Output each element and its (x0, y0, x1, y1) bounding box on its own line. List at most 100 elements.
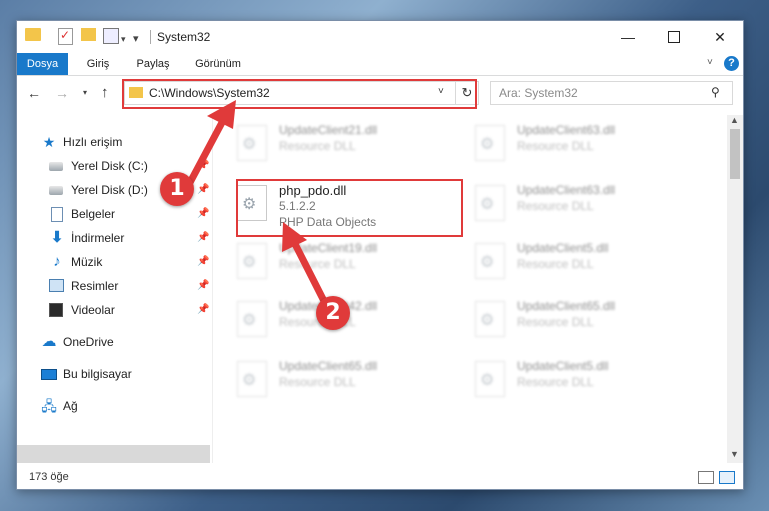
scroll-thumb[interactable] (730, 129, 740, 179)
sidebar-item-network[interactable]: 🖧 Ağ (41, 395, 211, 417)
sidebar-item-videos[interactable]: Videolar 📌 (49, 299, 211, 321)
dll-file-icon (237, 301, 267, 337)
back-arrow-icon[interactable]: ← (27, 85, 41, 101)
tab-view[interactable]: Görünüm (193, 53, 243, 75)
details-view-icon[interactable] (698, 471, 714, 484)
tab-file[interactable]: Dosya (17, 53, 68, 75)
dll-file-icon (475, 185, 505, 221)
dll-file-icon (237, 361, 267, 397)
disk-icon (49, 162, 63, 171)
file-name: UpdateClient5.dll (517, 241, 609, 255)
minimize-button[interactable]: — (605, 21, 651, 53)
file-type: Resource DLL (517, 257, 594, 271)
help-icon[interactable]: ? (724, 56, 739, 71)
pin-icon[interactable]: 📌 (197, 179, 209, 201)
sidebar-item-label: İndirmeler (71, 231, 125, 245)
properties-check-icon[interactable] (58, 28, 73, 45)
close-button[interactable]: ✕ (697, 21, 743, 53)
file-name: UpdateClient5.dll (517, 359, 609, 373)
expand-ribbon-icon[interactable]: ˅ (707, 57, 713, 68)
file-item[interactable]: UpdateClient63.dll Resource DLL (469, 177, 699, 229)
pin-icon[interactable]: 📌 (197, 227, 209, 249)
new-folder-icon[interactable] (81, 28, 96, 41)
navigation-pane: ★ Hızlı erişim Yerel Disk (C:) 📌 Yerel D… (17, 115, 212, 469)
scroll-up-icon[interactable]: ▲ (730, 115, 739, 125)
search-placeholder[interactable]: Ara: System32 (499, 86, 578, 100)
file-type: Resource DLL (517, 199, 594, 213)
forward-arrow-icon[interactable]: → (55, 85, 69, 101)
file-item[interactable]: UpdateClient65.dll Resource DLL (231, 353, 461, 405)
sidebar-item-pictures[interactable]: Resimler 📌 (49, 275, 211, 297)
title-bar: ▾ ▾ System32 — ✕ (17, 21, 743, 53)
pictures-icon (49, 279, 64, 292)
network-icon: 🖧 (41, 398, 57, 414)
dll-file-icon (475, 361, 505, 397)
onedrive-icon: ☁ (41, 333, 57, 350)
large-icons-view-icon[interactable] (719, 471, 735, 484)
folder-icon[interactable] (25, 28, 41, 41)
file-name: UpdateClient21.dll (279, 123, 378, 137)
music-icon: ♪ (53, 253, 61, 270)
file-name: UpdateClient65.dll (517, 299, 616, 313)
pin-icon[interactable]: 📌 (197, 299, 209, 321)
search-input[interactable]: Ara: System32 ⚲ (490, 81, 733, 105)
tab-home[interactable]: Giriş (81, 53, 115, 75)
sidebar-item-this-pc[interactable]: Bu bilgisayar (41, 363, 211, 385)
step-2-badge: 2 (316, 296, 350, 330)
rename-icon[interactable] (103, 28, 119, 44)
dll-file-icon (475, 243, 505, 279)
recent-locations-icon[interactable]: ▾ (83, 88, 87, 97)
file-type: Resource DLL (279, 139, 356, 153)
dll-file-icon (237, 125, 267, 161)
sidebar-item-label: Yerel Disk (C:) (71, 159, 148, 173)
customize-toolbar-icon[interactable]: ▾ (133, 29, 139, 47)
sidebar-item-disk-c[interactable]: Yerel Disk (C:) 📌 (49, 155, 211, 177)
file-list: UpdateClient21.dll Resource DLL UpdateCl… (213, 115, 727, 463)
sidebar-item-label: OneDrive (63, 335, 114, 349)
sidebar-item-music[interactable]: ♪ Müzik 📌 (49, 251, 211, 273)
highlight-box-file (236, 179, 463, 237)
disk-icon (49, 186, 63, 195)
scroll-down-icon[interactable]: ▼ (730, 449, 739, 459)
sidebar-item-label: Ağ (63, 399, 78, 413)
this-pc-icon (41, 369, 57, 380)
tab-share[interactable]: Paylaş (133, 53, 173, 75)
sidebar-item-label: Belgeler (71, 207, 116, 221)
file-name: UpdateClient65.dll (279, 359, 378, 373)
sidebar-item-onedrive[interactable]: ☁ OneDrive (41, 331, 211, 353)
file-name: UpdateClient63.dll (517, 123, 616, 137)
maximize-icon (668, 31, 680, 43)
sidebar-item-label: Videolar (71, 303, 115, 317)
pin-icon[interactable]: 📌 (197, 203, 209, 225)
pin-icon[interactable]: 📌 (197, 275, 209, 297)
item-count: 173 öğe (29, 471, 69, 483)
file-item[interactable]: UpdateClient21.dll Resource DLL (231, 117, 461, 169)
sidebar-item-label: Müzik (71, 255, 103, 269)
maximize-button[interactable] (651, 21, 697, 53)
file-type: Resource DLL (517, 375, 594, 389)
up-arrow-icon[interactable]: ↑ (101, 84, 109, 101)
ribbon-tabs: Dosya Giriş Paylaş Görünüm ˅ ? (17, 53, 743, 76)
file-type: Resource DLL (279, 257, 356, 271)
sidebar-item-quick-access[interactable]: ★ Hızlı erişim (41, 131, 211, 153)
sidebar-item-label: Yerel Disk (D:) (71, 183, 148, 197)
dll-file-icon (475, 301, 505, 337)
sidebar-item-label: Hızlı erişim (63, 135, 123, 149)
documents-icon (51, 207, 63, 222)
file-item[interactable]: UpdateClient5.dll Resource DLL (469, 235, 699, 287)
file-item[interactable]: UpdateClient19.dll Resource DLL (231, 235, 461, 287)
sidebar-item-documents[interactable]: Belgeler 📌 (49, 203, 211, 225)
file-item[interactable]: UpdateClient65.dll Resource DLL (469, 293, 699, 345)
file-item[interactable]: UpdateClient63.dll Resource DLL (469, 117, 699, 169)
star-icon: ★ (42, 134, 56, 150)
sidebar-item-label: Resimler (71, 279, 119, 293)
search-icon[interactable]: ⚲ (711, 85, 720, 99)
sidebar-item-downloads[interactable]: ⬇ İndirmeler 📌 (49, 227, 211, 249)
file-name: UpdateClient63.dll (517, 183, 616, 197)
videos-icon (49, 303, 63, 317)
pin-icon[interactable]: 📌 (197, 251, 209, 273)
quick-access-dropdown-icon[interactable]: ▾ (121, 30, 126, 48)
pin-icon[interactable]: 📌 (197, 155, 209, 177)
file-item[interactable]: UpdateClient5.dll Resource DLL (469, 353, 699, 405)
vertical-scrollbar[interactable]: ▲ ▼ (727, 115, 743, 463)
